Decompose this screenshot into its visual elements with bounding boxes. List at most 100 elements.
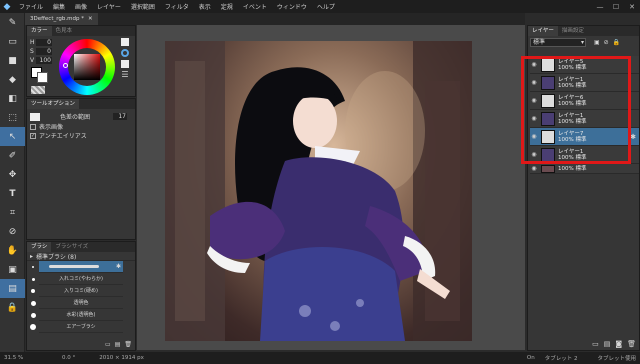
artwork-illustration xyxy=(165,41,472,341)
tab-tool-options[interactable]: ツールオプション xyxy=(27,99,80,109)
hue-marker[interactable] xyxy=(63,63,68,68)
layer-lock-icon[interactable]: ▣ xyxy=(594,39,600,46)
layer-thumbnail xyxy=(541,164,555,173)
eyedropper-tool-icon[interactable]: ⊘ xyxy=(0,222,25,241)
rect-tool-icon[interactable]: ■ xyxy=(0,51,25,70)
brush-settings-icon[interactable]: ✱ xyxy=(116,263,121,270)
select-pen-tool-icon[interactable]: ✐ xyxy=(0,146,25,165)
menu-layer[interactable]: レイヤー xyxy=(92,2,126,11)
artwork[interactable] xyxy=(165,41,472,341)
menu-ruler[interactable]: 定規 xyxy=(216,2,238,11)
background-color-swatch[interactable] xyxy=(37,72,48,83)
magic-wand-tool-icon[interactable]: ↖ xyxy=(0,127,25,146)
brush-add-icon[interactable]: ▤ xyxy=(115,341,121,348)
menu-file[interactable]: ファイル xyxy=(14,2,48,11)
brush-item[interactable]: 透明色 xyxy=(39,297,123,309)
tab-draw-settings[interactable]: 描画設定 xyxy=(558,26,588,36)
menu-image[interactable]: 画像 xyxy=(70,2,92,11)
v-field[interactable]: 100 xyxy=(36,56,52,64)
brush-folder-icon[interactable]: ▭ xyxy=(105,341,111,348)
s-field[interactable]: 0 xyxy=(36,47,52,55)
size-dot-icon xyxy=(31,289,35,293)
brush-item[interactable]: 入れコミ(やわらか) xyxy=(39,273,123,285)
folder-icon: ▸ xyxy=(30,252,34,260)
new-folder-icon[interactable]: ▤ xyxy=(604,340,611,348)
hand-tool-icon[interactable]: ✋ xyxy=(0,241,25,260)
canvas-size: 2010 × 1914 px xyxy=(99,355,144,361)
blend-mode-select[interactable]: 標準 ▾ xyxy=(530,37,586,47)
brush-item[interactable]: 水彩(透明色) xyxy=(39,309,123,321)
tab-layer[interactable]: レイヤー xyxy=(528,26,558,36)
show-image-checkbox[interactable] xyxy=(30,123,36,130)
hsv-fields: H 0 S 0 V 100 xyxy=(30,38,54,64)
menu-edit[interactable]: 編集 xyxy=(48,2,70,11)
layer-mask-icon[interactable]: ◙ xyxy=(615,340,622,348)
maximize-icon[interactable]: ☐ xyxy=(608,3,624,11)
highlight-box xyxy=(521,56,631,164)
transparent-swatch[interactable] xyxy=(31,86,45,94)
select-mode-icon[interactable] xyxy=(30,112,40,121)
brush-item[interactable]: 入りコミ(硬め) xyxy=(39,285,123,297)
new-layer-icon[interactable]: ▭ xyxy=(592,340,599,348)
layer-settings-icon[interactable]: ✱ xyxy=(630,133,636,141)
brush-item[interactable]: エアーブラシ xyxy=(39,321,123,333)
menu-filter[interactable]: フィルタ xyxy=(160,2,194,11)
h-field[interactable]: 0 xyxy=(36,38,52,46)
select-mode-field[interactable]: 17 xyxy=(113,113,127,120)
antialias-label: アンチエイリアス xyxy=(39,133,87,140)
size-dot-icon xyxy=(32,266,34,268)
layer-item[interactable]: ◉ 100% 標準 xyxy=(530,164,639,174)
angle-value[interactable]: 0.0 ° xyxy=(62,355,75,361)
minimize-icon[interactable]: — xyxy=(592,3,608,11)
menu-help[interactable]: ヘルプ xyxy=(312,2,340,11)
canvas-area[interactable] xyxy=(137,25,525,350)
layer-lock-alpha-icon[interactable]: 🔒 xyxy=(613,39,620,46)
brush-label: エアーブラシ xyxy=(66,324,96,330)
menu-event[interactable]: イベント xyxy=(238,2,272,11)
tab-brush-size[interactable]: ブラシサイズ xyxy=(51,242,92,252)
panel-view-icon[interactable]: ▤ xyxy=(0,279,25,298)
gradient-tool-icon[interactable]: ◧ xyxy=(0,89,25,108)
window-controls: — ☐ ✕ xyxy=(592,3,640,11)
brush-label: 水彩(透明色) xyxy=(66,312,96,318)
layer-view-icon[interactable]: ▣ xyxy=(0,260,25,279)
brush-group-row[interactable]: ▸ 標準ブラシ (8) xyxy=(27,252,135,261)
zoom-level[interactable]: 31.5 % xyxy=(4,355,36,361)
select-tool-icon[interactable]: ⬚ xyxy=(0,108,25,127)
square-icon[interactable] xyxy=(121,60,129,68)
antialias-checkbox[interactable]: ✓ xyxy=(30,132,36,139)
document-tab[interactable]: 3Deffect_rgb.mdp * ✕ xyxy=(25,13,98,25)
brush-tool-icon[interactable]: ✎ xyxy=(0,13,25,32)
eye-icon[interactable]: ◉ xyxy=(530,165,538,172)
menu-window[interactable]: ウィンドウ xyxy=(272,2,312,11)
layer-toolbar: 標準 ▾ ▣ ⊘ 🔒 xyxy=(528,36,639,48)
brush-delete-icon[interactable]: 🗑 xyxy=(124,341,132,348)
swatch-small-icon[interactable] xyxy=(121,38,129,46)
size-dot-icon xyxy=(30,312,36,318)
color-panel: カラー 色見本 H 0 S 0 V 100 ☰ xyxy=(26,25,136,97)
fill-tool-icon[interactable]: ◆ xyxy=(0,70,25,89)
select-mode-row: 色差の範囲 17 xyxy=(27,111,135,122)
tab-swatches[interactable]: 色見本 xyxy=(52,26,77,36)
sv-square[interactable] xyxy=(74,54,100,80)
tab-brush[interactable]: ブラシ xyxy=(27,242,52,252)
crop-tool-icon[interactable]: ⌗ xyxy=(0,203,25,222)
menu-view[interactable]: 表示 xyxy=(194,2,216,11)
text-tool-icon[interactable]: T xyxy=(0,184,25,203)
layer-clip-icon[interactable]: ⊘ xyxy=(604,39,609,46)
brush-label: 入りコミ(硬め) xyxy=(64,288,98,294)
target-icon[interactable] xyxy=(121,49,129,57)
close-icon[interactable]: ✕ xyxy=(624,3,640,11)
tab-close-icon[interactable]: ✕ xyxy=(88,16,93,22)
list-icon[interactable]: ☰ xyxy=(121,71,128,79)
brush-item[interactable]: ✱ xyxy=(39,261,123,273)
lock-icon[interactable]: 🔒 xyxy=(0,298,25,317)
document-tabs: 3Deffect_rgb.mdp * ✕ xyxy=(25,13,525,25)
color-wheel[interactable] xyxy=(59,39,115,95)
eraser-tool-icon[interactable]: ▭ xyxy=(0,32,25,51)
brush-panel-footer: ▭ ▤ 🗑 xyxy=(105,341,132,348)
tab-color[interactable]: カラー xyxy=(27,26,52,36)
delete-layer-icon[interactable]: 🗑 xyxy=(627,340,636,348)
menu-select[interactable]: 選択範囲 xyxy=(126,2,160,11)
move-tool-icon[interactable]: ✥ xyxy=(0,165,25,184)
